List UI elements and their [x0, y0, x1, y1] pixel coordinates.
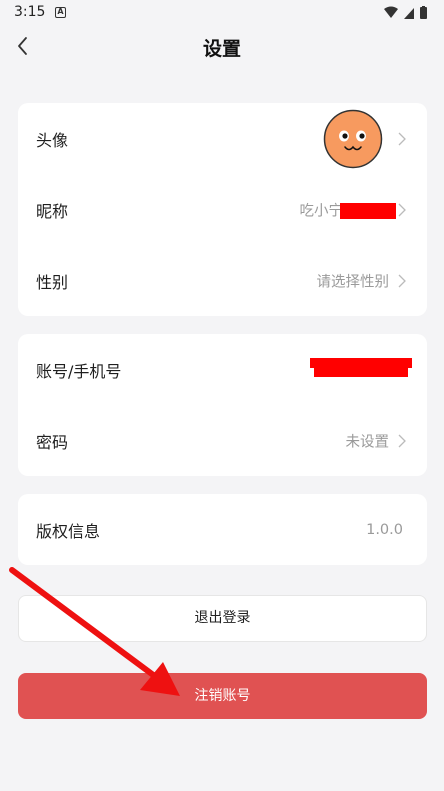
avatar[interactable] [323, 109, 383, 169]
account-redaction-2 [314, 366, 408, 377]
notification-a-icon: A [55, 7, 66, 18]
avatar-label: 头像 [36, 130, 69, 150]
password-row[interactable]: 密码 未设置 [18, 405, 427, 476]
copyright-label: 版权信息 [36, 521, 101, 541]
password-value: 未设置 [345, 434, 390, 450]
nickname-label: 昵称 [36, 201, 69, 221]
page-title: 设置 [202, 38, 241, 60]
account-row[interactable]: 账号/手机号 [18, 334, 427, 405]
signal-icon [404, 8, 414, 19]
gender-label: 性别 [36, 272, 69, 292]
status-time: 3:15 [14, 4, 46, 20]
logout-button[interactable]: 退出登录 [18, 595, 427, 642]
account-label: 账号/手机号 [36, 361, 122, 381]
avatar-row[interactable]: 头像 [18, 103, 427, 174]
gender-row[interactable]: 性别 请选择性别 [18, 245, 427, 316]
wifi-icon [384, 6, 398, 18]
gender-value: 请选择性别 [316, 274, 390, 290]
account-card: 账号/手机号 密码 未设置 [18, 334, 427, 476]
nickname-redaction [340, 203, 396, 219]
profile-card: 头像 昵称 吃小宁 性别 请选择性别 [18, 103, 427, 316]
battery-icon [420, 7, 427, 19]
chevron-right-icon [398, 274, 406, 287]
info-card: 版权信息 1.0.0 [18, 494, 427, 565]
status-bar: 3:15 A [0, 0, 444, 26]
copyright-row[interactable]: 版权信息 1.0.0 [18, 494, 427, 565]
nickname-value: 吃小宁 [299, 203, 344, 219]
nav-bar: 设置 [0, 26, 444, 66]
status-icons [384, 6, 427, 19]
version-value: 1.0.0 [366, 521, 403, 538]
chevron-right-icon [398, 203, 406, 216]
chevron-right-icon [398, 132, 406, 145]
password-label: 密码 [36, 432, 69, 452]
cancel-account-button[interactable]: 注销账号 [18, 673, 427, 719]
nickname-row[interactable]: 昵称 吃小宁 [18, 174, 427, 245]
chevron-right-icon [398, 434, 406, 447]
